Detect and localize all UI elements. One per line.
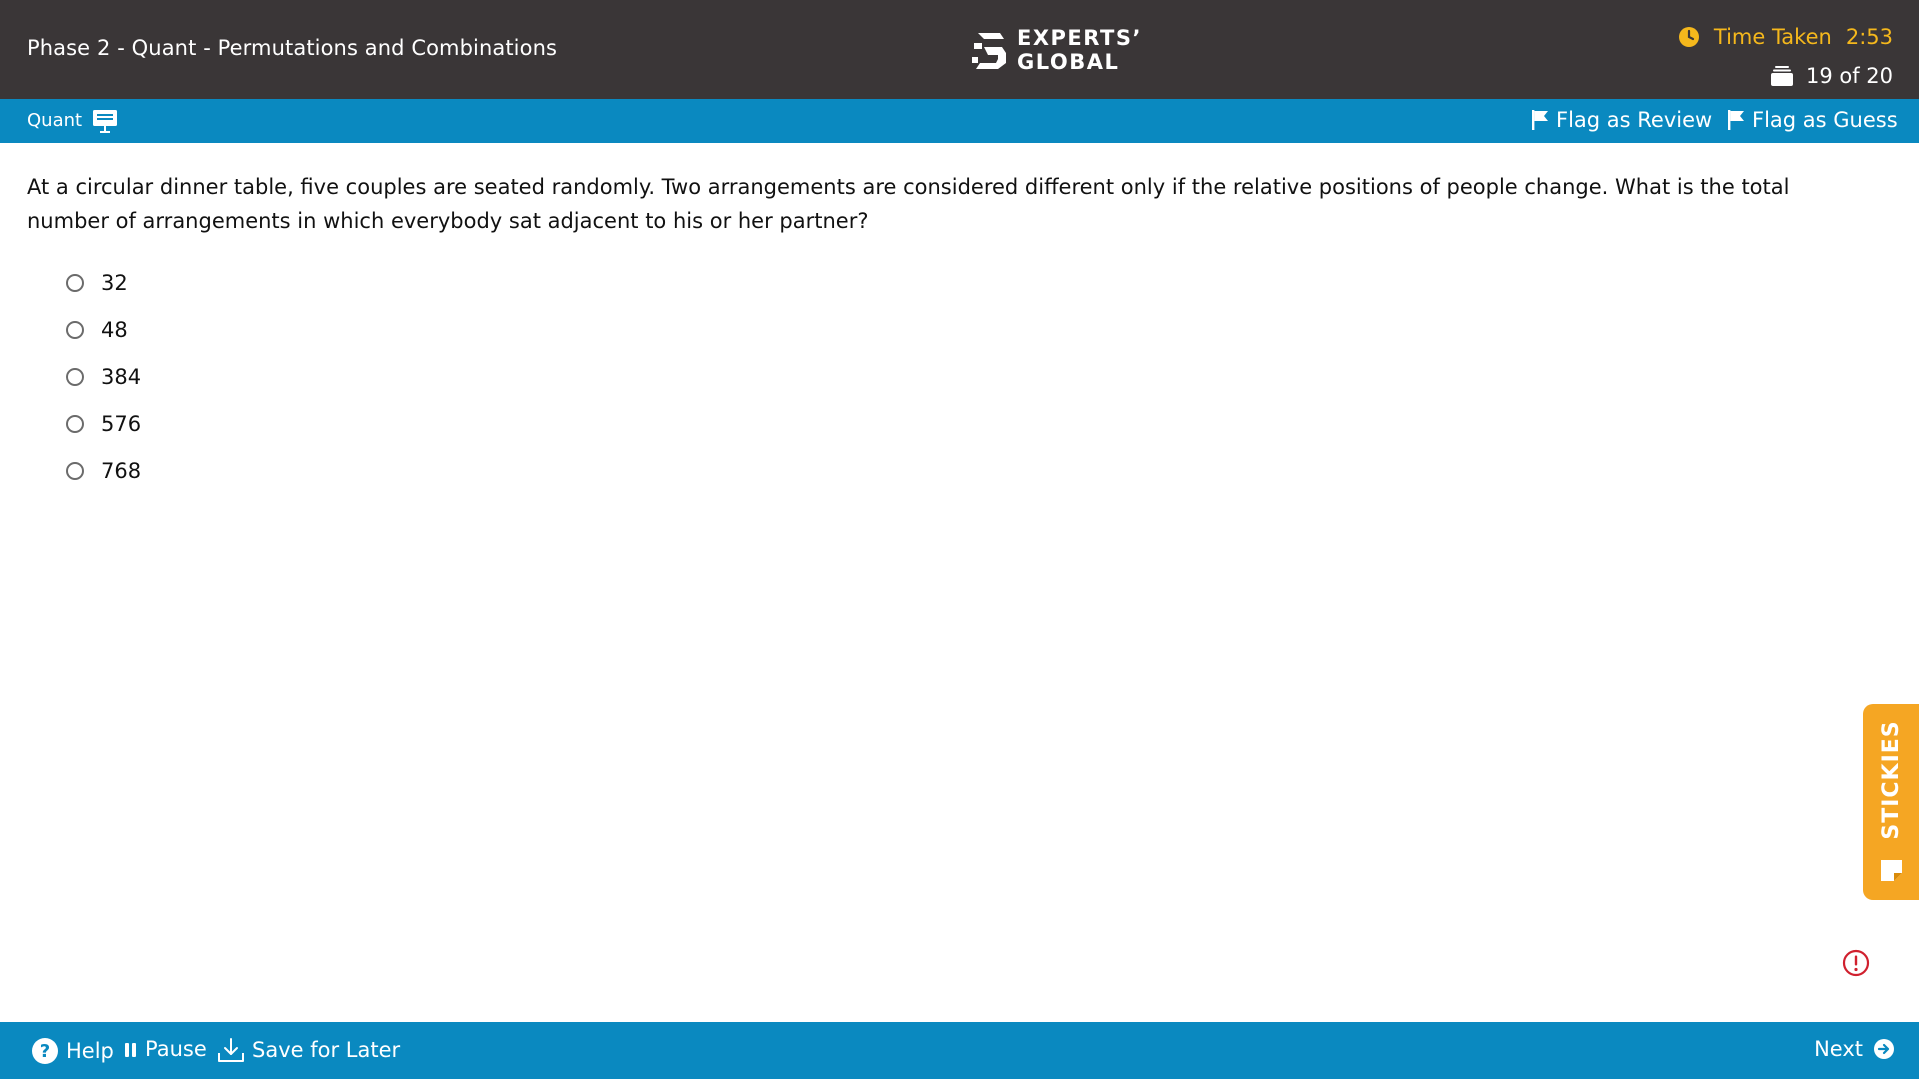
flag-as-guess-button[interactable]: Flag as Guess [1727, 108, 1898, 132]
download-icon [218, 1038, 244, 1062]
answer-option-label: 384 [101, 364, 142, 389]
help-circle-icon: ? [32, 1038, 58, 1064]
question-counter-text: 19 of 20 [1805, 64, 1893, 88]
answer-option-b[interactable]: 48 [66, 306, 141, 353]
stickies-tab[interactable]: STICKIES [1863, 704, 1919, 900]
time-taken-value: 2:53 [1845, 25, 1893, 49]
answer-option-c[interactable]: 384 [66, 353, 141, 400]
flag-icon [1728, 110, 1744, 130]
whiteboard-icon[interactable] [92, 108, 118, 138]
answer-option-label: 32 [101, 270, 128, 295]
bottom-toolbar: ? Help Pause Save for Later Next [0, 1022, 1919, 1079]
pause-label: Pause [145, 1037, 207, 1061]
time-taken-label: Time Taken [1713, 25, 1832, 49]
section-bar: Quant Flag as Review Flag as Guess [0, 99, 1919, 143]
question-text: At a circular dinner table, five couples… [27, 175, 1790, 233]
section-label: Quant [27, 110, 83, 131]
logo-mark-icon [972, 33, 1006, 69]
flag-as-review-button[interactable]: Flag as Review [1531, 108, 1712, 132]
svg-text:?: ? [40, 1041, 50, 1062]
radio-button[interactable] [66, 414, 84, 433]
test-title: Phase 2 - Quant - Permutations and Combi… [27, 36, 558, 60]
answer-option-a[interactable]: 32 [66, 259, 141, 306]
answer-option-label: 576 [101, 411, 142, 436]
pause-icon [125, 1043, 136, 1057]
top-header: Phase 2 - Quant - Permutations and Combi… [0, 0, 1919, 99]
radio-button[interactable] [66, 461, 84, 480]
alert-circle-icon[interactable] [1842, 949, 1870, 981]
flag-as-review-label: Flag as Review [1556, 108, 1713, 132]
timer: Time Taken 2:53 [1678, 25, 1893, 49]
stickies-label-text: STICKIES [1878, 720, 1904, 840]
save-for-later-button[interactable]: Save for Later [217, 1037, 400, 1063]
radio-button[interactable] [66, 367, 84, 386]
answer-option-d[interactable]: 576 [66, 400, 141, 447]
flag-as-guess-label: Flag as Guess [1752, 108, 1898, 132]
question-stack-icon [1770, 65, 1794, 87]
answer-option-e[interactable]: 768 [66, 447, 141, 494]
answer-option-label: 768 [101, 458, 142, 483]
flag-icon [1532, 110, 1548, 130]
pause-button[interactable]: Pause [124, 1037, 207, 1061]
answer-option-label: 48 [101, 317, 128, 342]
next-button[interactable]: Next [1814, 1037, 1895, 1061]
arrow-right-circle-icon [1874, 1039, 1894, 1059]
radio-button[interactable] [66, 320, 84, 339]
clock-icon [1678, 26, 1700, 48]
answer-options: 32 48 384 576 768 [66, 259, 141, 494]
question-counter: 19 of 20 [1770, 64, 1893, 88]
help-button[interactable]: ? Help [31, 1037, 114, 1065]
logo-text-line1: EXPERTS’ [1017, 26, 1142, 50]
logo-text-line2: GLOBAL [1017, 50, 1120, 74]
sticky-note-icon [1878, 857, 1905, 888]
experts-global-logo: EXPERTS’ GLOBAL [970, 26, 1140, 76]
radio-button[interactable] [66, 273, 84, 292]
next-label: Next [1814, 1037, 1863, 1061]
save-for-later-label: Save for Later [252, 1038, 401, 1062]
help-label: Help [66, 1039, 114, 1063]
